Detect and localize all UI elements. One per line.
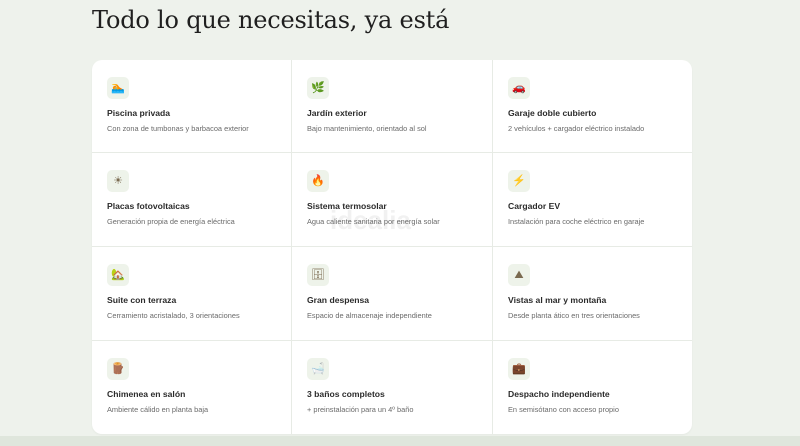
firewood-icon: 🪵 [107,358,129,380]
sea-view-icon: ⛰ [508,264,530,286]
feature-title: Garaje doble cubierto [508,108,597,118]
sun-icon: ☀ [107,170,129,192]
feature-title: Piscina privada [107,108,171,118]
bathtub-icon: 🛁 [307,358,329,380]
feature-card-pool: 🏊 Piscina privada Con zona de tumbonas y… [92,60,291,152]
feature-description: Generación propia de energía eléctrica [107,217,235,226]
feature-card-garage: 🚗 Garaje doble cubierto 2 vehículos + ca… [493,60,692,152]
feature-description: 2 vehículos + cargador eléctrico instala… [508,124,645,133]
feature-description: + preinstalación para un 4º baño [307,405,414,414]
feature-title: Gran despensa [307,295,370,305]
lightning-icon: ⚡ [508,170,530,192]
feature-card-garden: 🌿 Jardín exterior Bajo mantenimiento, or… [292,60,492,152]
page-title: Todo lo que necesitas, ya está [92,6,450,34]
feature-description: Bajo mantenimiento, orientado al sol [307,124,427,133]
feature-description: Ambiente cálido en planta baja [107,405,209,414]
feature-card-suite: 🏡 Suite con terraza Cerramiento acristal… [92,247,291,340]
feature-title: Vistas al mar y montaña [508,295,607,305]
house-plant-icon: 🏡 [107,264,129,286]
feature-description: Espacio de almacenaje independiente [307,311,432,320]
feature-card-fireplace: 🪵 Chimenea en salón Ambiente cálido en p… [92,341,291,434]
feature-card-solar-thermal: 🔥 Sistema termosolar Agua caliente sanit… [292,153,492,246]
feature-card-office: 💼 Despacho independiente En semisótano c… [493,341,692,434]
feature-title: Placas fotovoltaicas [107,201,190,211]
feature-description: En semisótano con acceso propio [508,405,619,414]
feature-card-solar-panels: ☀ Placas fotovoltaicas Generación propia… [92,153,291,246]
feature-title: Despacho independiente [508,389,610,399]
feature-title: Jardín exterior [307,108,367,118]
car-icon: 🚗 [508,77,530,99]
footer-band [0,436,800,446]
feature-description: Con zona de tumbonas y barbacoa exterior [107,124,249,133]
cabinet-icon: 🗄 [307,264,329,286]
feature-title: Chimenea en salón [107,389,186,399]
briefcase-icon: 💼 [508,358,530,380]
feature-title: Sistema termosolar [307,201,387,211]
feature-description: Instalación para coche eléctrico en gara… [508,217,645,226]
flame-icon: 🔥 [307,170,329,192]
leaf-icon: 🌿 [307,77,329,99]
feature-card-views: ⛰ Vistas al mar y montaña Desde planta á… [493,247,692,340]
feature-card-bathrooms: 🛁 3 baños completos + preinstalación par… [292,341,492,434]
feature-title: 3 baños completos [307,389,385,399]
features-grid: 🏊 Piscina privada Con zona de tumbonas y… [92,60,692,434]
feature-card-ev-charger: ⚡ Cargador EV Instalación para coche elé… [493,153,692,246]
feature-title: Cargador EV [508,201,561,211]
feature-description: Agua caliente sanitaria por energía sola… [307,217,440,226]
feature-description: Cerramiento acristalado, 3 orientaciones [107,311,240,320]
feature-title: Suite con terraza [107,295,177,305]
feature-description: Desde planta ático en tres orientaciones [508,311,640,320]
pool-float-icon: 🏊 [107,77,129,99]
feature-card-pantry: 🗄 Gran despensa Espacio de almacenaje in… [292,247,492,340]
